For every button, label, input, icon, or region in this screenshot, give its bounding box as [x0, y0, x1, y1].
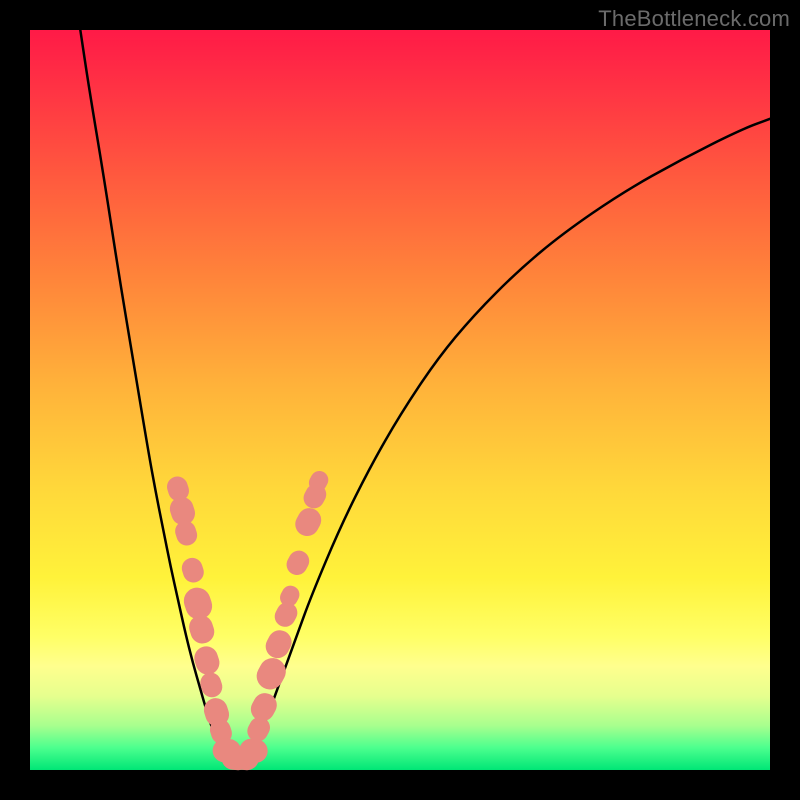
watermark-text: TheBottleneck.com: [598, 6, 790, 32]
data-marker: [262, 626, 296, 662]
chart-frame: TheBottleneck.com: [0, 0, 800, 800]
marker-layer: [164, 468, 331, 771]
data-marker: [283, 547, 313, 579]
bottleneck-curve-svg: [30, 30, 770, 770]
data-marker: [252, 653, 291, 694]
plot-area: [30, 30, 770, 770]
bottleneck-curve: [80, 30, 770, 763]
data-marker: [179, 555, 206, 585]
data-marker: [291, 504, 325, 540]
data-marker: [186, 612, 217, 646]
